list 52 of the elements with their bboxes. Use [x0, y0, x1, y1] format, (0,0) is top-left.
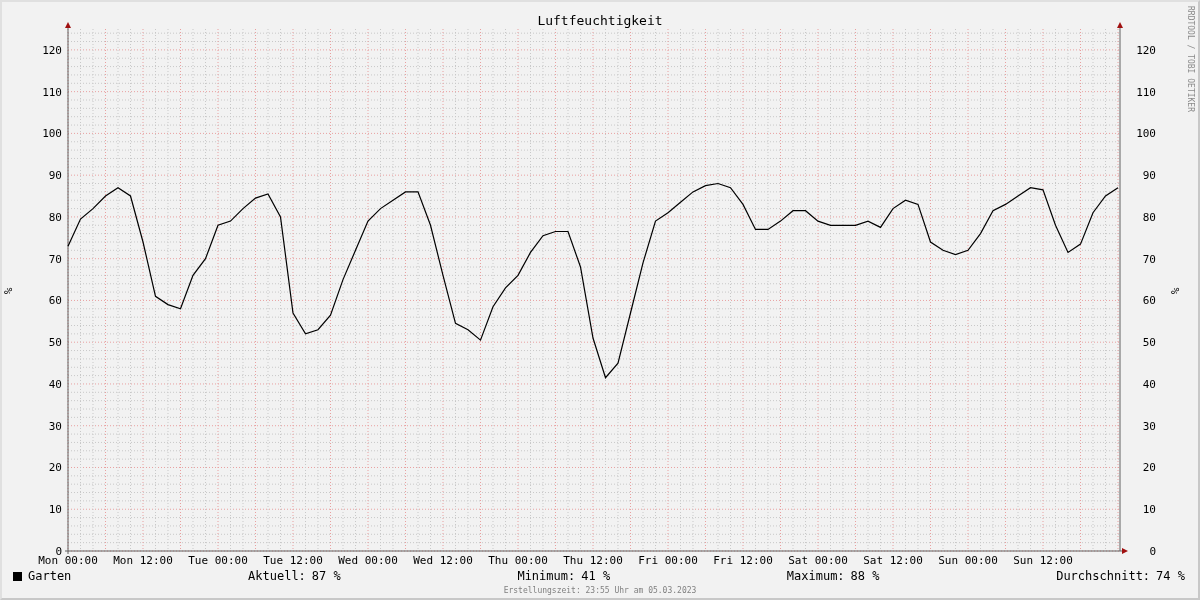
y-tick-label: 90 [48, 169, 62, 183]
y-tick-label: 10 [48, 503, 62, 517]
watermark-text: RRDTOOL / TOBI OETIKER [1186, 6, 1195, 112]
stat-label: Aktuell: [248, 569, 306, 583]
y-tick-label: 60 [48, 294, 62, 308]
x-tick-label: Thu 00:00 [488, 554, 548, 567]
y-tick-label: 100 [42, 127, 62, 141]
stat-label: Durchschnitt: [1056, 569, 1151, 583]
x-tick-label: Sun 12:00 [1013, 554, 1073, 567]
x-tick-label: Wed 12:00 [413, 554, 473, 567]
y-tick-label: 30 [48, 419, 62, 433]
y-tick-label: 70 [1142, 252, 1156, 266]
y-tick-label: 10 [1142, 503, 1156, 517]
x-tick-label: Sun 00:00 [938, 554, 998, 567]
y-tick-label: 110 [42, 85, 62, 99]
stat-value: 87 % [311, 569, 341, 583]
y-tick-label: 110 [1136, 85, 1156, 99]
x-tick-label: Wed 00:00 [338, 554, 398, 567]
y-tick-label: 50 [1142, 336, 1156, 350]
x-tick-label: Thu 12:00 [563, 554, 623, 567]
y-tick-label: 80 [1142, 210, 1156, 224]
y-tick-label: 100 [1136, 127, 1156, 141]
stat-label: Minimum: [517, 569, 576, 583]
x-tick-label: Sat 00:00 [788, 554, 848, 567]
stat-value: 41 % [581, 569, 611, 583]
axis-unit-label: % [1169, 287, 1182, 295]
stat-label: Maximum: [786, 569, 845, 583]
timestamp-text: Erstellungszeit: 23:55 Uhr am 05.03.2023 [503, 586, 697, 595]
x-tick-label: Sat 12:00 [863, 554, 923, 567]
y-tick-label: 90 [1142, 169, 1156, 183]
legend-label: Garten [28, 569, 72, 583]
axis-unit-label: % [2, 287, 15, 295]
y-tick-label: 60 [1142, 294, 1156, 308]
y-tick-label: 20 [1142, 461, 1156, 475]
y-tick-label: 120 [42, 43, 62, 57]
y-tick-label: 50 [48, 336, 62, 350]
stat-value: 88 % [850, 569, 880, 583]
y-tick-label: 30 [1142, 419, 1156, 433]
x-tick-label: Tue 00:00 [188, 554, 248, 567]
y-tick-label: 20 [48, 461, 62, 475]
y-tick-label: 0 [1149, 545, 1156, 558]
y-tick-label: 120 [1136, 43, 1156, 57]
y-tick-label: 40 [1142, 377, 1156, 391]
x-tick-label: Tue 12:00 [263, 554, 323, 567]
x-tick-label: Mon 12:00 [113, 554, 173, 567]
x-tick-label: Fri 00:00 [638, 554, 698, 567]
stat-value: 74 % [1156, 569, 1185, 583]
y-tick-label: 70 [48, 252, 62, 266]
y-tick-label: 80 [48, 210, 62, 224]
x-tick-label: Fri 12:00 [713, 554, 773, 567]
chart-title: Luftfeuchtigkeit [537, 13, 663, 28]
y-tick-label: 40 [48, 377, 62, 391]
